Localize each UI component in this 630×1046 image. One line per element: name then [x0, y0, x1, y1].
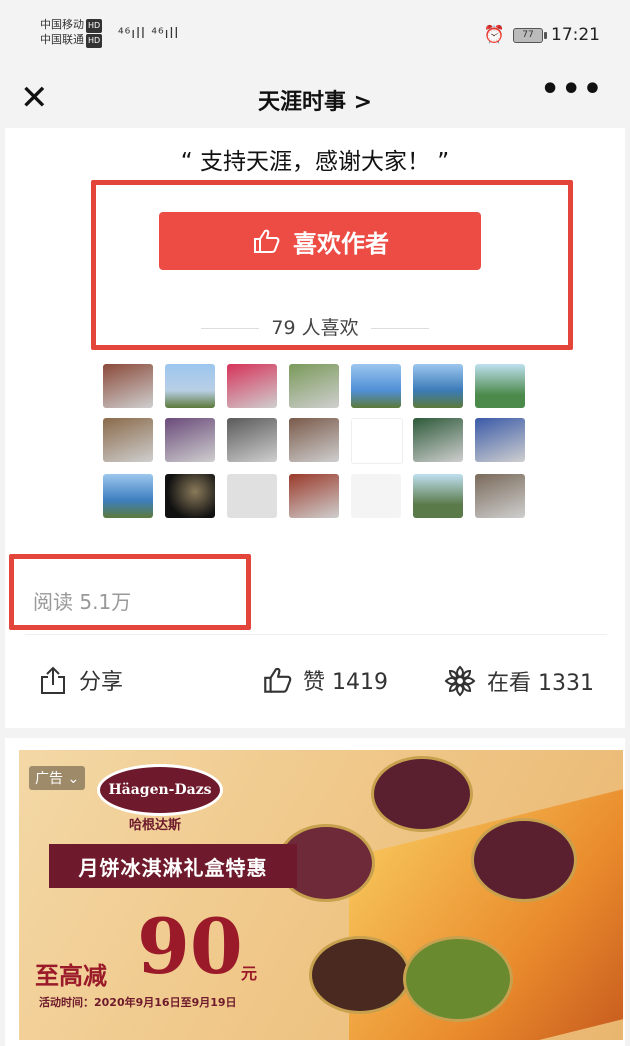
liker-avatar[interactable]: [351, 474, 401, 518]
author-quote: “ 支持天涯，感谢大家！ ”: [180, 149, 450, 175]
liker-avatar[interactable]: [165, 364, 215, 408]
liker-avatar[interactable]: [475, 364, 525, 408]
share-icon: [41, 666, 65, 694]
watching-button[interactable]: 在看 1331: [443, 664, 594, 698]
brand-logo: Häagen-Dazs: [97, 764, 223, 816]
mooncake-tin: [309, 936, 411, 1014]
divider-right: [370, 328, 429, 329]
liker-avatars: [103, 364, 533, 518]
liker-avatar[interactable]: [413, 474, 463, 518]
liker-avatar[interactable]: [475, 474, 525, 518]
liker-avatar[interactable]: [351, 364, 401, 408]
liker-avatar[interactable]: [227, 364, 277, 408]
promo-unit: 元: [241, 964, 258, 983]
like-author-label: 喜欢作者: [293, 229, 389, 258]
signal-icon: ⁴⁶ıll ⁴⁶ıll: [118, 26, 180, 42]
like-author-button[interactable]: 喜欢作者: [159, 212, 481, 270]
share-label: 分享: [79, 670, 124, 695]
ad-banner[interactable]: 广告 ⌄ Häagen-Dazs 哈根达斯 月饼冰淇淋礼盒特惠 至高减 90 元…: [19, 750, 623, 1040]
hd-badge: HD: [86, 19, 103, 33]
liker-avatar[interactable]: [413, 418, 463, 462]
liker-avatar[interactable]: [103, 418, 153, 462]
hd-badge: HD: [86, 34, 103, 48]
divider-left: [201, 328, 260, 329]
ad-card[interactable]: 广告 ⌄ Häagen-Dazs 哈根达斯 月饼冰淇淋礼盒特惠 至高减 90 元…: [5, 738, 625, 1046]
liker-avatar[interactable]: [289, 418, 339, 462]
like-button[interactable]: 赞 1419: [261, 664, 388, 696]
read-count: 阅读 5.1万: [33, 590, 132, 614]
liker-avatar[interactable]: [227, 418, 277, 462]
carrier-2: 中国联通: [40, 33, 84, 46]
liker-avatar[interactable]: [289, 474, 339, 518]
promo-prefix: 至高减: [35, 962, 107, 990]
liker-avatar[interactable]: [165, 418, 215, 462]
watching-flower-icon: [444, 665, 476, 697]
liker-avatar[interactable]: [289, 364, 339, 408]
thumbs-up-icon: [254, 229, 280, 253]
more-icon[interactable]: •••: [540, 72, 604, 107]
like-label: 赞 1419: [303, 670, 388, 695]
liker-avatar[interactable]: [227, 474, 277, 518]
likes-count-text: 79 人喜欢: [271, 317, 359, 339]
ad-tag[interactable]: 广告 ⌄: [29, 766, 86, 790]
liker-avatar[interactable]: [103, 474, 153, 518]
liker-avatar[interactable]: [351, 418, 403, 464]
carrier-info: 中国移动 HD 中国联通 HD: [40, 18, 103, 48]
liker-avatar[interactable]: [165, 474, 215, 518]
watching-label: 在看 1331: [487, 671, 594, 696]
promo-date: 活动时间：2020年9月16日至9月19日: [39, 996, 237, 1009]
battery-icon: 77: [513, 27, 547, 43]
article-end-card: “ 支持天涯，感谢大家！ ” 喜欢作者 79 人喜欢 阅读 5.1万 分享 赞 …: [5, 128, 625, 728]
carrier-1: 中国移动: [40, 18, 84, 31]
status-bar: 中国移动 HD 中国联通 HD ⁴⁶ıll ⁴⁶ıll ⏰ 77 17:21: [0, 0, 630, 70]
mooncake-tin: [403, 936, 513, 1022]
liker-avatar[interactable]: [103, 364, 153, 408]
promo-banner: 月饼冰淇淋礼盒特惠: [49, 844, 297, 888]
liker-avatar[interactable]: [475, 418, 525, 462]
status-time: 17:21: [551, 25, 600, 45]
divider: [25, 634, 607, 635]
status-right: ⏰ 77 17:21: [484, 25, 600, 45]
liker-avatar[interactable]: [413, 364, 463, 408]
brand-cn: 哈根达斯: [129, 818, 182, 833]
alarm-icon: ⏰: [483, 25, 505, 45]
nav-title[interactable]: 天涯时事 >: [0, 84, 630, 116]
promo-amount: 90: [137, 902, 243, 991]
mooncake-tin: [471, 818, 577, 902]
likes-count: 79 人喜欢: [5, 313, 625, 340]
mooncake-tin: [371, 756, 473, 832]
nav-bar: ✕ 天涯时事 > •••: [0, 70, 630, 128]
share-button[interactable]: 分享: [37, 664, 123, 696]
thumbs-up-icon: [264, 667, 292, 693]
